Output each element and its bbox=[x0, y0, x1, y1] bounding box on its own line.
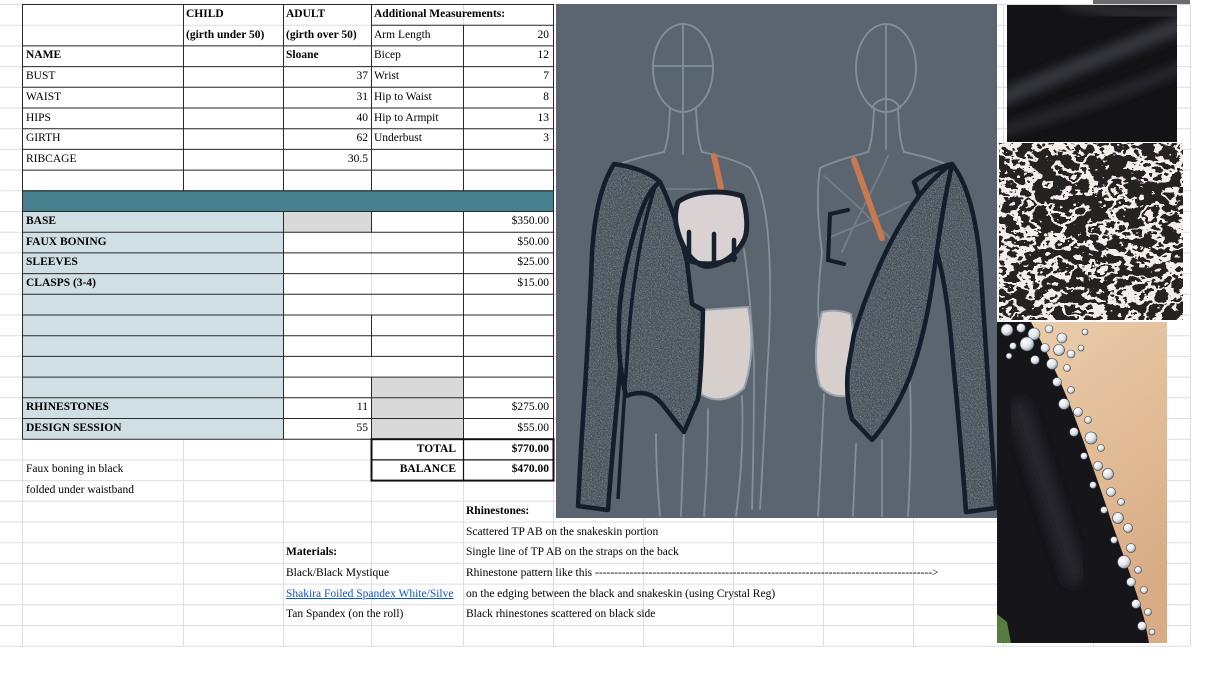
teal-divider-band bbox=[23, 191, 554, 212]
materials-heading: Materials: bbox=[286, 542, 337, 563]
price-value-faux-boning: $50.00 bbox=[463, 232, 549, 253]
black-fabric-swatch bbox=[1007, 5, 1177, 142]
addl-value-underbust: 3 bbox=[463, 128, 549, 149]
snakeskin-fabric-swatch bbox=[999, 143, 1183, 320]
rhinestone-note-2: Single line of TP AB on the straps on th… bbox=[466, 542, 679, 563]
price-label-sleeves: SLEEVES bbox=[26, 252, 78, 273]
addl-label-arm-length: Arm Length bbox=[374, 25, 431, 46]
material-item-1: Black/Black Mystique bbox=[286, 563, 389, 584]
addl-label-bicep: Bicep bbox=[374, 45, 401, 66]
addl-value-wrist: 7 bbox=[463, 66, 549, 87]
front-bra-cup bbox=[676, 192, 747, 266]
price-label-rhinestones: RHINESTONES bbox=[26, 397, 109, 418]
row-label-bust: BUST bbox=[26, 66, 55, 87]
row-value-girth: 62 bbox=[283, 128, 368, 149]
rhinestone-note-3: on the edging between the black and snak… bbox=[466, 584, 775, 605]
note-faux-boning: Faux boning in black bbox=[26, 459, 123, 480]
price-value-design-session: $55.00 bbox=[463, 418, 549, 439]
design-sketch-image bbox=[556, 4, 997, 518]
header-additional-measurements: Additional Measurements: bbox=[374, 4, 505, 25]
price-label-clasps: CLASPS (3-4) bbox=[26, 273, 96, 294]
balance-value: $470.00 bbox=[463, 459, 549, 480]
header-adult-sub: (girth over 50) bbox=[286, 25, 357, 46]
header-adult: ADULT bbox=[286, 4, 325, 25]
addl-value-hip-to-armpit: 13 bbox=[463, 108, 549, 129]
header-child-sub: (girth under 50) bbox=[186, 25, 264, 46]
material-item-3: Tan Spandex (on the roll) bbox=[286, 604, 403, 625]
balance-label: BALANCE bbox=[371, 459, 456, 480]
gray-cell bbox=[372, 398, 464, 419]
front-sheer-panty bbox=[701, 307, 751, 399]
row-label-girth: GIRTH bbox=[26, 128, 60, 149]
addl-value-hip-to-waist: 8 bbox=[463, 87, 549, 108]
price-label-faux-boning: FAUX BONING bbox=[26, 232, 107, 253]
rhinestone-note-pattern-arrow: Rhinestone pattern like this -----------… bbox=[466, 563, 939, 584]
top-gray-bar bbox=[1093, 0, 1190, 4]
name-label: NAME bbox=[26, 45, 61, 66]
price-value-sleeves: $25.00 bbox=[463, 252, 549, 273]
price-qty-design-session: 55 bbox=[283, 418, 368, 439]
addl-label-hip-to-armpit: Hip to Armpit bbox=[374, 108, 439, 129]
row-value-bust: 37 bbox=[283, 66, 368, 87]
price-label-design-session: DESIGN SESSION bbox=[26, 418, 122, 439]
gray-cell bbox=[284, 212, 372, 233]
price-value-clasps: $15.00 bbox=[463, 273, 549, 294]
gray-cell bbox=[372, 377, 464, 398]
spreadsheet-page: { "measurements": { "child_header": "CHI… bbox=[0, 0, 1224, 686]
addl-label-hip-to-waist: Hip to Waist bbox=[374, 87, 432, 108]
addl-value-bicep: 12 bbox=[463, 45, 549, 66]
material-link-shakira-spandex[interactable]: Shakira Foiled Spandex White/Silve bbox=[286, 584, 462, 605]
gray-cell bbox=[372, 419, 464, 440]
total-value: $770.00 bbox=[463, 439, 549, 460]
price-label-base: BASE bbox=[26, 211, 56, 232]
price-value-base: $350.00 bbox=[463, 211, 549, 232]
rhinestone-detail-photo bbox=[997, 322, 1167, 643]
total-label: TOTAL bbox=[371, 439, 456, 460]
addl-label-wrist: Wrist bbox=[374, 66, 399, 87]
price-qty-rhinestones: 11 bbox=[283, 397, 368, 418]
client-name: Sloane bbox=[286, 45, 319, 66]
rhinestone-note-1: Scattered TP AB on the snakeskin portion bbox=[466, 522, 658, 543]
header-child: CHILD bbox=[186, 4, 224, 25]
addl-value-arm-length: 20 bbox=[463, 25, 549, 46]
row-value-hips: 40 bbox=[283, 108, 368, 129]
addl-label-underbust: Underbust bbox=[374, 128, 422, 149]
note-folded-waistband: folded under waistband bbox=[26, 480, 134, 501]
rhinestones-heading: Rhinestones: bbox=[466, 501, 529, 522]
row-value-ribcage: 30.5 bbox=[283, 149, 368, 170]
row-label-ribcage: RIBCAGE bbox=[26, 149, 76, 170]
rhinestone-note-4: Black rhinestones scattered on black sid… bbox=[466, 604, 655, 625]
row-label-hips: HIPS bbox=[26, 108, 51, 129]
row-value-waist: 31 bbox=[283, 87, 368, 108]
price-value-rhinestones: $275.00 bbox=[463, 397, 549, 418]
row-label-waist: WAIST bbox=[26, 87, 61, 108]
